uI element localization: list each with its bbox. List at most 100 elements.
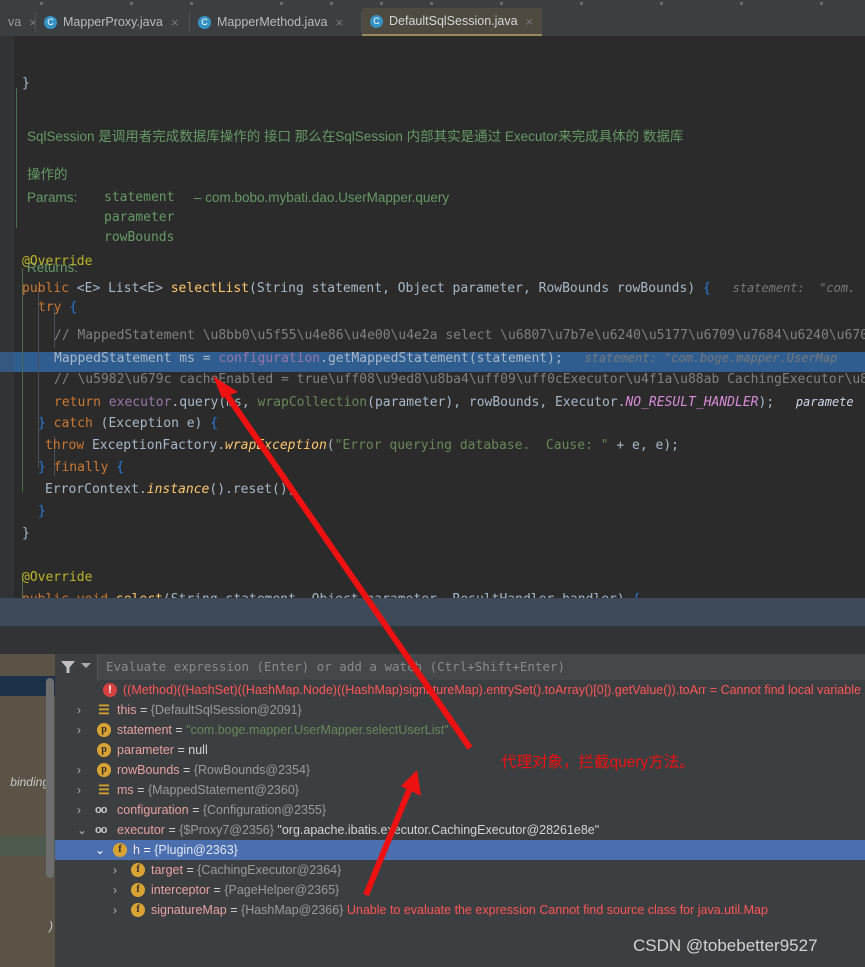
field-icon: oo <box>95 804 107 816</box>
evaluate-row: Evaluate expression (Enter) or add a wat… <box>55 654 865 680</box>
variables-panel: Evaluate expression (Enter) or add a wat… <box>55 654 865 967</box>
tab-truncated[interactable]: va × <box>0 8 37 36</box>
variable-value: {CachingExecutor@2364} <box>197 863 342 877</box>
evaluate-expression-input[interactable]: Evaluate expression (Enter) or add a wat… <box>97 654 865 680</box>
java-class-icon: C <box>198 15 211 29</box>
variable-value: {Configuration@2355} <box>202 803 327 817</box>
variable-value: {$Proxy7@2356} <box>179 823 274 837</box>
variable-value: null <box>188 743 208 757</box>
chevron-down-icon[interactable] <box>81 663 91 668</box>
java-class-icon: C <box>370 14 383 28</box>
variable-row-rowbounds[interactable]: › p rowBounds = {RowBounds@2354} <box>55 760 865 780</box>
variable-name: h <box>133 843 140 857</box>
code-editor[interactable]: SqlSession 是调用者完成数据库操作的 接口 那么在SqlSession… <box>0 36 865 598</box>
variable-row-executor[interactable]: ⌄ oo executor = {$Proxy7@2356} "org.apac… <box>55 820 865 840</box>
watch-expression: ((Method)((HashSet)((HashMap.Node)((Hash… <box>123 683 707 697</box>
param-icon: p <box>97 723 111 737</box>
variable-value: "com.boge.mapper.UserMapper.selectUserLi… <box>186 723 449 737</box>
tab-mapperproxy[interactable]: C MapperProxy.java × <box>36 8 188 36</box>
variable-value: {MappedStatement@2360} <box>147 783 299 797</box>
code-line: } <box>38 504 46 519</box>
watermark: CSDN @tobebetter9527 <box>633 936 818 955</box>
variable-name: signatureMap <box>151 903 227 917</box>
f-icon: f <box>131 903 145 917</box>
variable-row-parameter[interactable]: p parameter = null <box>55 740 865 760</box>
equals-sign: = <box>186 863 194 877</box>
variable-value-extra: "org.apache.ibatis.executor.CachingExecu… <box>277 823 600 837</box>
f-icon: f <box>131 863 145 877</box>
close-icon[interactable]: × <box>171 15 179 30</box>
variable-row-statement[interactable]: › p statement = "com.boge.mapper.UserMap… <box>55 720 865 740</box>
param-icon: p <box>97 763 111 777</box>
expand-toggle-icon[interactable]: › <box>113 880 117 900</box>
error-icon: ! <box>103 683 117 697</box>
collapse-toggle-icon[interactable]: ⌄ <box>77 820 87 840</box>
variable-row-ms[interactable]: › ☰ ms = {MappedStatement@2360} <box>55 780 865 800</box>
code-line: @Override <box>22 570 93 585</box>
variable-value: {DefaultSqlSession@2091} <box>150 703 302 717</box>
variable-name: target <box>151 863 183 877</box>
close-icon[interactable]: × <box>335 15 343 30</box>
watch-error-value: Cannot find local variable <box>720 683 861 697</box>
list-icon: ☰ <box>98 702 110 717</box>
equals-sign: = <box>177 743 185 757</box>
equals-sign: = <box>709 683 718 697</box>
variable-row-target[interactable]: › f target = {CachingExecutor@2364} <box>55 860 865 880</box>
tab-label: DefaultSqlSession.java <box>389 14 518 28</box>
equals-sign: = <box>230 903 238 917</box>
frames-scrollbar[interactable] <box>46 678 54 878</box>
filter-icon[interactable] <box>59 658 77 676</box>
expand-toggle-icon[interactable]: › <box>77 780 81 800</box>
variable-name: configuration <box>117 803 189 817</box>
field-icon: oo <box>95 824 107 836</box>
debugger-panel: ) ) binding) ) Evaluate expression (Ente… <box>0 654 865 967</box>
variable-row-this[interactable]: › ☰ this = {DefaultSqlSession@2091} <box>55 700 865 720</box>
code-line: throw ExceptionFactory.wrapException("Er… <box>45 438 679 453</box>
equals-sign: = <box>175 723 183 737</box>
expand-toggle-icon[interactable]: › <box>113 860 117 880</box>
java-class-icon: C <box>44 15 57 29</box>
expand-toggle-icon[interactable]: › <box>77 700 81 720</box>
code-line: // MappedStatement \u8bb0\u5f55\u4e86\u4… <box>54 328 865 343</box>
collapse-toggle-icon[interactable]: ⌄ <box>95 840 105 860</box>
variable-name: this <box>117 703 137 717</box>
variable-value: {RowBounds@2354} <box>193 763 311 777</box>
close-icon[interactable]: × <box>526 14 534 29</box>
code-line: ErrorContext.instance().reset(); <box>45 482 296 497</box>
variable-error-message: Unable to evaluate the expression Cannot… <box>346 903 768 917</box>
variable-name: statement <box>117 723 172 737</box>
code-line: // \u5982\u679c cacheEnabled = true\uff0… <box>54 372 865 387</box>
variable-row-watch-error[interactable]: ! ((Method)((HashSet)((HashMap.Node)((Ha… <box>55 680 865 700</box>
code-line: } finally { <box>38 460 125 475</box>
tab-label: MapperProxy.java <box>63 15 163 29</box>
code-line: } <box>22 526 30 541</box>
frame-item[interactable]: ) <box>0 916 55 936</box>
expand-toggle-icon[interactable]: › <box>77 800 81 820</box>
tab-defaultsqlsession[interactable]: C DefaultSqlSession.java × <box>362 8 542 36</box>
variable-row-signaturemap[interactable]: › f signatureMap = {HashMap@2366} Unable… <box>55 900 865 920</box>
code-line: } <box>22 76 30 91</box>
tab-mappermethod[interactable]: C MapperMethod.java × <box>190 8 360 36</box>
frames-panel[interactable]: ) ) binding) ) <box>0 654 55 967</box>
variable-value: {Plugin@2363} <box>154 843 238 857</box>
variable-name: interceptor <box>151 883 211 897</box>
tab-label: va <box>8 15 22 29</box>
expand-toggle-icon[interactable]: › <box>113 900 117 920</box>
code-line-real: MappedStatement ms = configuration.getMa… <box>54 351 838 366</box>
variable-row-h[interactable]: ⌄ f h = {Plugin@2363} <box>55 840 865 860</box>
ide-window: va × C MapperProxy.java × C MapperMethod… <box>0 0 865 967</box>
f-icon: f <box>131 883 145 897</box>
variable-name: ms <box>117 783 134 797</box>
editor-tab-bar: va × C MapperProxy.java × C MapperMethod… <box>0 8 865 36</box>
expand-toggle-icon[interactable]: › <box>77 720 81 740</box>
param-icon: p <box>97 743 111 757</box>
variable-name: rowBounds <box>117 763 180 777</box>
equals-sign: = <box>143 843 151 857</box>
variable-row-interceptor[interactable]: › f interceptor = {PageHelper@2365} <box>55 880 865 900</box>
code-line: } catch (Exception e) { <box>38 416 219 431</box>
expand-toggle-icon[interactable]: › <box>77 760 81 780</box>
variable-name: executor <box>117 823 165 837</box>
variable-value: {HashMap@2366} <box>241 903 344 917</box>
code-line: @Override <box>22 254 93 269</box>
variable-row-configuration[interactable]: › oo configuration = {Configuration@2355… <box>55 800 865 820</box>
